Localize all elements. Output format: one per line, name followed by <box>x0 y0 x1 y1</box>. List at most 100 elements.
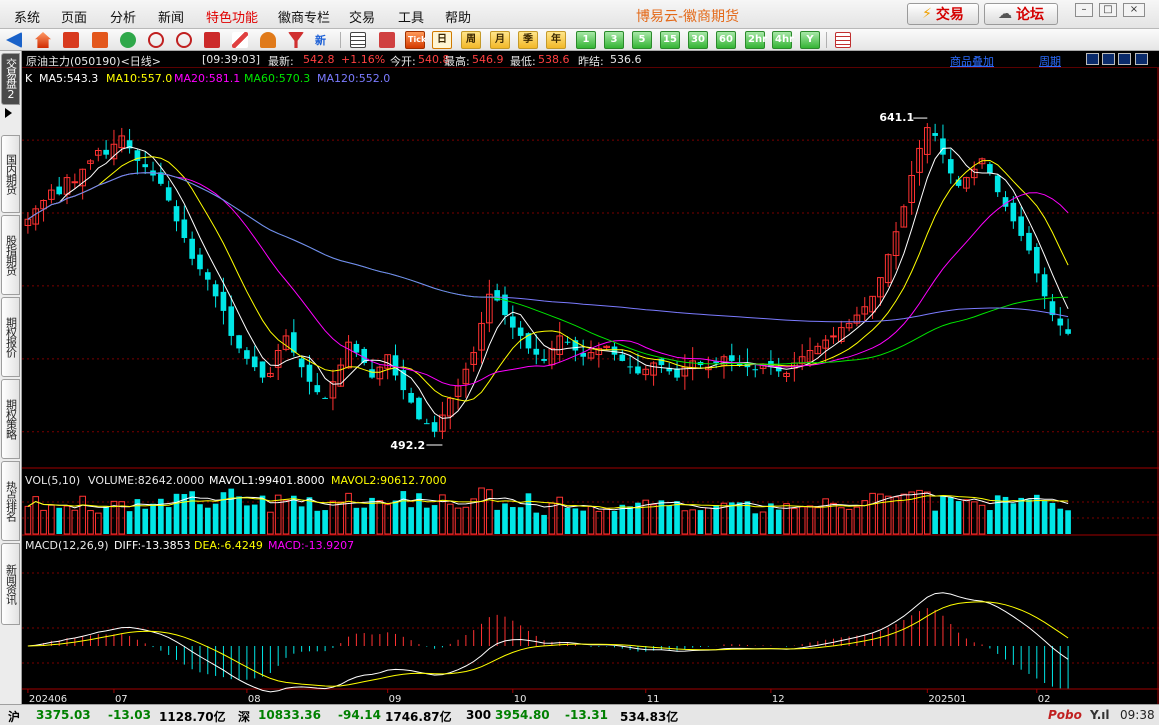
volume-bar-up <box>71 509 79 535</box>
volume-bar-up <box>376 500 384 535</box>
volume-bar-down <box>744 501 751 534</box>
sh-turnover: 1128.70亿 <box>159 710 226 724</box>
volume-bar-down <box>541 514 547 534</box>
volume-bar-down <box>259 495 266 534</box>
candle-body-down <box>322 397 328 399</box>
period-button-60[interactable]: 60 <box>716 31 736 49</box>
menu-tools[interactable]: 工具 <box>398 7 424 26</box>
volume-bar-down <box>666 505 673 534</box>
alert-icon[interactable] <box>260 32 276 48</box>
scroll-left-icon[interactable] <box>1086 53 1099 65</box>
minimize-icon[interactable]: – <box>1075 3 1093 17</box>
candle-body-down <box>635 366 641 374</box>
candle-body-down <box>314 385 321 393</box>
forum-button[interactable]: ☁ 论坛 <box>984 3 1058 25</box>
period-button-年[interactable]: 年 <box>546 31 566 49</box>
close-icon[interactable]: × <box>1123 3 1145 17</box>
menu-huishang-column[interactable]: 徽商专栏 <box>278 7 330 26</box>
menu-news[interactable]: 新闻 <box>158 7 184 26</box>
menu-special-features[interactable]: 特色功能 <box>206 7 258 26</box>
volume-bar-down <box>509 507 516 534</box>
f10-icon[interactable] <box>92 32 108 48</box>
period-button-Y[interactable]: Y <box>800 31 820 49</box>
zoom-in-icon[interactable] <box>148 32 164 48</box>
period-button-2hr[interactable]: 2hr <box>745 31 767 49</box>
volume-bar-up <box>462 506 470 535</box>
zoom-out-icon[interactable] <box>176 32 192 48</box>
volume-bar-up <box>963 499 970 535</box>
volume-bar-down <box>775 509 782 534</box>
back-arrow-icon[interactable] <box>6 32 22 48</box>
volume-bar-up <box>267 511 274 535</box>
menu-analysis[interactable]: 分析 <box>110 7 136 26</box>
list-icon[interactable] <box>350 32 366 48</box>
volume-bar-down <box>627 506 633 534</box>
menu-system[interactable]: 系统 <box>14 7 40 26</box>
filter-icon[interactable] <box>288 32 304 48</box>
refresh-icon[interactable] <box>120 32 136 48</box>
sidebar-tab-news[interactable]: 新闻资讯 <box>1 543 20 625</box>
volume-bar-down <box>517 507 524 534</box>
period-button-日[interactable]: 日 <box>432 31 452 49</box>
menu-help[interactable]: 帮助 <box>445 7 471 26</box>
volume-bar-down <box>1049 502 1056 534</box>
candle-body-down <box>165 187 172 201</box>
period-button-4hr[interactable]: 4hr <box>772 31 794 49</box>
commodity-overlay-link[interactable]: 商品叠加 <box>950 53 994 69</box>
candle-body-down <box>674 368 680 378</box>
close-chart-icon[interactable] <box>1135 53 1148 65</box>
maximize-icon[interactable]: □ <box>1099 3 1117 17</box>
volume-bar-down <box>197 504 203 534</box>
volume-bar-down <box>314 510 321 534</box>
sidebar-tab-trading-board[interactable]: 交易盘2 <box>1 53 20 105</box>
volume-bar-down <box>533 512 540 534</box>
pencil-icon[interactable] <box>232 32 248 48</box>
volume-bar-up <box>548 502 556 535</box>
candle-body-down <box>220 291 227 311</box>
volume-bar-up <box>40 509 47 535</box>
period-button-周[interactable]: 周 <box>461 31 481 49</box>
period-button-30[interactable]: 30 <box>688 31 708 49</box>
candle-body-down <box>353 343 360 353</box>
chart-area[interactable]: 原油主力(050190)<日线> [09:39:03] 最新: 542.8 +1… <box>22 51 1159 704</box>
tick-button[interactable]: Tick <box>405 31 426 49</box>
candle-body-down <box>736 363 743 366</box>
period-button-15[interactable]: 15 <box>660 31 680 49</box>
period-button-季[interactable]: 季 <box>518 31 538 49</box>
volume-bar-up <box>478 487 485 535</box>
period-button-3[interactable]: 3 <box>604 31 624 49</box>
candle-body-down <box>611 346 618 355</box>
menu-page[interactable]: 页面 <box>61 7 87 26</box>
volume-bar-up <box>759 511 767 535</box>
play-icon[interactable] <box>5 108 12 118</box>
period-button-月[interactable]: 月 <box>490 31 510 49</box>
home-icon[interactable] <box>35 32 51 48</box>
period-button-5[interactable]: 5 <box>632 31 652 49</box>
candle-body-down <box>228 306 235 336</box>
trade-button[interactable]: ⚡ 交易 <box>907 3 979 25</box>
menu-trade[interactable]: 交易 <box>349 7 375 26</box>
sidebar-tab-index-futures[interactable]: 股指期货 <box>1 215 20 295</box>
sidebar-tab-option-quotes[interactable]: 期权报价 <box>1 297 20 377</box>
candle-body-down <box>987 164 993 174</box>
candle-body-down <box>994 175 1001 193</box>
period-link[interactable]: 周期 <box>1039 53 1061 69</box>
new-icon[interactable]: 新 <box>315 32 326 48</box>
report-icon[interactable] <box>63 32 79 48</box>
notepad-icon[interactable] <box>835 32 851 48</box>
candle-body-down <box>940 138 946 155</box>
window-icon[interactable] <box>204 32 220 48</box>
status-bar: 沪 3375.03 -13.03 1128.70亿 深 10833.36 -94… <box>0 704 1159 725</box>
kline-chart[interactable]: K MA5:543.3 MA10:557.0 MA20:581.1 MA60:5… <box>22 68 1159 704</box>
scroll-right-icon[interactable] <box>1102 53 1115 65</box>
toolbar: 新 Tick 日周月季年 1 3 5 15 30 60 2hr 4hr Y <box>0 29 1159 51</box>
volume-bar-up <box>923 491 931 535</box>
grid-icon[interactable] <box>379 32 395 48</box>
sidebar-tab-option-strategy[interactable]: 期权策略 <box>1 379 20 459</box>
candle-body-down <box>298 358 305 368</box>
zoom-chart-icon[interactable] <box>1118 53 1131 65</box>
sidebar-tab-hot-ranking[interactable]: 热点排名 <box>1 461 20 541</box>
candle-body-down <box>509 316 516 328</box>
period-button-1[interactable]: 1 <box>576 31 596 49</box>
sidebar-tab-domestic-futures[interactable]: 国内期货 <box>1 135 20 213</box>
